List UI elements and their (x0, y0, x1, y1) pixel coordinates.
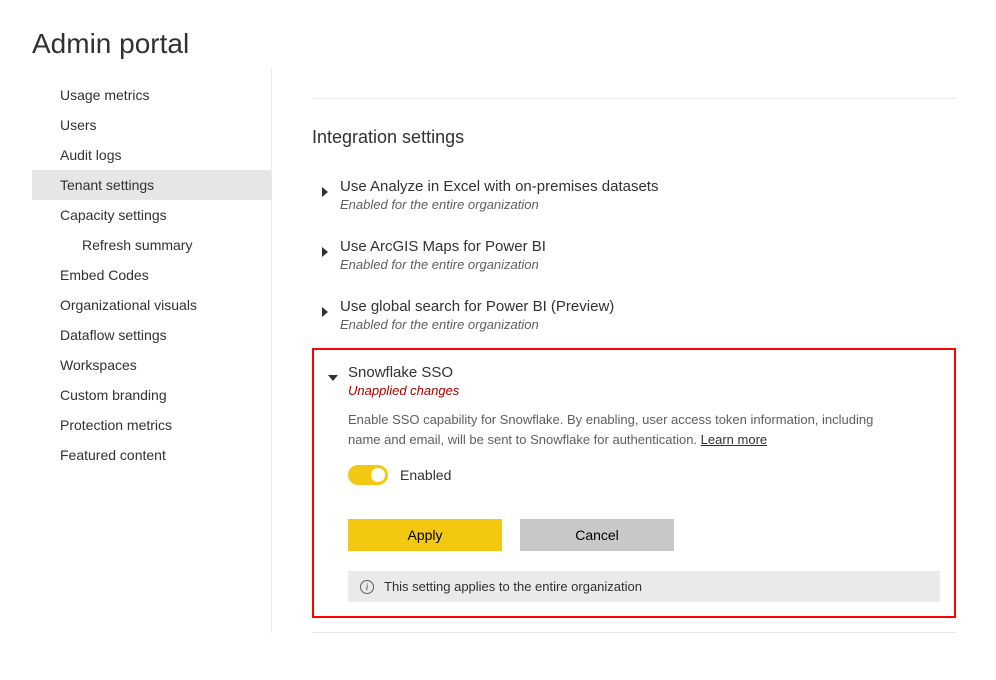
caret-right-icon (320, 184, 330, 194)
snowflake-sso-status: Unapplied changes (348, 383, 459, 398)
enabled-toggle[interactable] (348, 465, 388, 485)
toggle-state-label: Enabled (400, 467, 451, 483)
sidebar-item-dataflow-settings[interactable]: Dataflow settings (32, 320, 271, 350)
sidebar-item-capacity-settings[interactable]: Capacity settings (32, 200, 271, 230)
setting-label: Use global search for Power BI (Preview) (340, 298, 614, 315)
sidebar-item-embed-codes[interactable]: Embed Codes (32, 260, 271, 290)
divider (312, 632, 956, 633)
info-icon: i (360, 580, 374, 594)
setting-status: Enabled for the entire organization (340, 197, 658, 212)
setting-label: Use ArcGIS Maps for Power BI (340, 238, 546, 255)
info-bar: i This setting applies to the entire org… (348, 571, 940, 602)
sidebar-item-tenant-settings[interactable]: Tenant settings (32, 170, 271, 200)
caret-right-icon (320, 244, 330, 254)
sidebar-subitem-refresh-summary[interactable]: Refresh summary (32, 230, 271, 260)
snowflake-description: Enable SSO capability for Snowflake. By … (348, 410, 908, 449)
toggle-knob (371, 468, 385, 482)
sidebar-item-usage-metrics[interactable]: Usage metrics (32, 80, 271, 110)
sidebar-item-audit-logs[interactable]: Audit logs (32, 140, 271, 170)
page-title: Admin portal (0, 0, 996, 68)
sidebar-item-users[interactable]: Users (32, 110, 271, 140)
info-text: This setting applies to the entire organ… (384, 579, 642, 594)
main-content: Integration settings Use Analyze in Exce… (272, 68, 996, 633)
caret-right-icon (320, 304, 330, 314)
divider (312, 98, 956, 99)
sidebar-item-organizational-visuals[interactable]: Organizational visuals (32, 290, 271, 320)
setting-status: Enabled for the entire organization (340, 257, 546, 272)
sidebar: Usage metricsUsersAudit logsTenant setti… (32, 68, 272, 633)
setting-row[interactable]: Use Analyze in Excel with on-premises da… (312, 168, 956, 214)
snowflake-sso-label[interactable]: Snowflake SSO (348, 364, 459, 381)
setting-label: Use Analyze in Excel with on-premises da… (340, 178, 658, 195)
sidebar-item-protection-metrics[interactable]: Protection metrics (32, 410, 271, 440)
sidebar-item-custom-branding[interactable]: Custom branding (32, 380, 271, 410)
sidebar-item-workspaces[interactable]: Workspaces (32, 350, 271, 380)
caret-down-icon[interactable] (328, 370, 338, 380)
cancel-button[interactable]: Cancel (520, 519, 674, 551)
snowflake-sso-box: Snowflake SSO Unapplied changes Enable S… (312, 348, 956, 618)
apply-button[interactable]: Apply (348, 519, 502, 551)
setting-row[interactable]: Use global search for Power BI (Preview)… (312, 288, 956, 334)
learn-more-link[interactable]: Learn more (701, 432, 767, 447)
setting-status: Enabled for the entire organization (340, 317, 614, 332)
section-title: Integration settings (312, 127, 956, 148)
sidebar-item-featured-content[interactable]: Featured content (32, 440, 271, 470)
setting-row[interactable]: Use ArcGIS Maps for Power BI Enabled for … (312, 228, 956, 274)
